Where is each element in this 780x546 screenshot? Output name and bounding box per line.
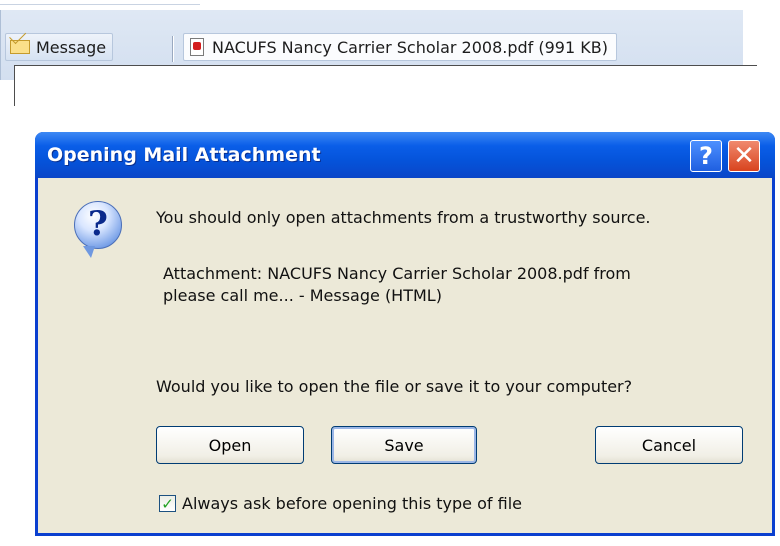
attachment-info-line-1: Attachment: NACUFS Nancy Carrier Scholar… — [163, 264, 631, 283]
question-icon: ? — [74, 201, 122, 258]
cancel-button[interactable]: Cancel — [595, 426, 743, 464]
tab-separator — [172, 36, 174, 62]
close-button[interactable]: ✕ — [728, 140, 760, 172]
warning-text: You should only open attachments from a … — [156, 208, 651, 227]
opening-mail-attachment-dialog: Opening Mail Attachment ? ✕ ? You should… — [35, 132, 775, 536]
open-button[interactable]: Open — [156, 426, 304, 464]
save-button[interactable]: Save — [331, 426, 477, 464]
window-top-edge — [0, 0, 780, 10]
pdf-file-icon — [190, 38, 204, 56]
attachment-info-line-2: please call me... - Message (HTML) — [163, 286, 442, 305]
message-tab[interactable]: Message — [5, 33, 114, 61]
always-ask-checkbox[interactable]: ✓ — [159, 494, 176, 513]
attachment-info: Attachment: NACUFS Nancy Carrier Scholar… — [163, 263, 723, 307]
message-body — [14, 65, 757, 106]
dialog-title-bar[interactable]: Opening Mail Attachment ? ✕ — [35, 132, 775, 178]
always-ask-option: ✓ Always ask before opening this type of… — [159, 494, 522, 513]
checkmark-icon: ✓ — [161, 494, 174, 513]
question-text: Would you like to open the file or save … — [156, 377, 633, 396]
attachment-file-tab[interactable]: NACUFS Nancy Carrier Scholar 2008.pdf (9… — [183, 33, 617, 61]
help-icon: ? — [699, 142, 713, 170]
always-ask-label[interactable]: Always ask before opening this type of f… — [182, 494, 522, 513]
attachment-file-label: NACUFS Nancy Carrier Scholar 2008.pdf (9… — [212, 37, 608, 57]
message-tab-label: Message — [36, 37, 107, 57]
close-icon: ✕ — [733, 141, 755, 171]
envelope-icon — [10, 40, 30, 54]
dialog-title: Opening Mail Attachment — [47, 144, 321, 166]
help-button[interactable]: ? — [690, 140, 722, 172]
